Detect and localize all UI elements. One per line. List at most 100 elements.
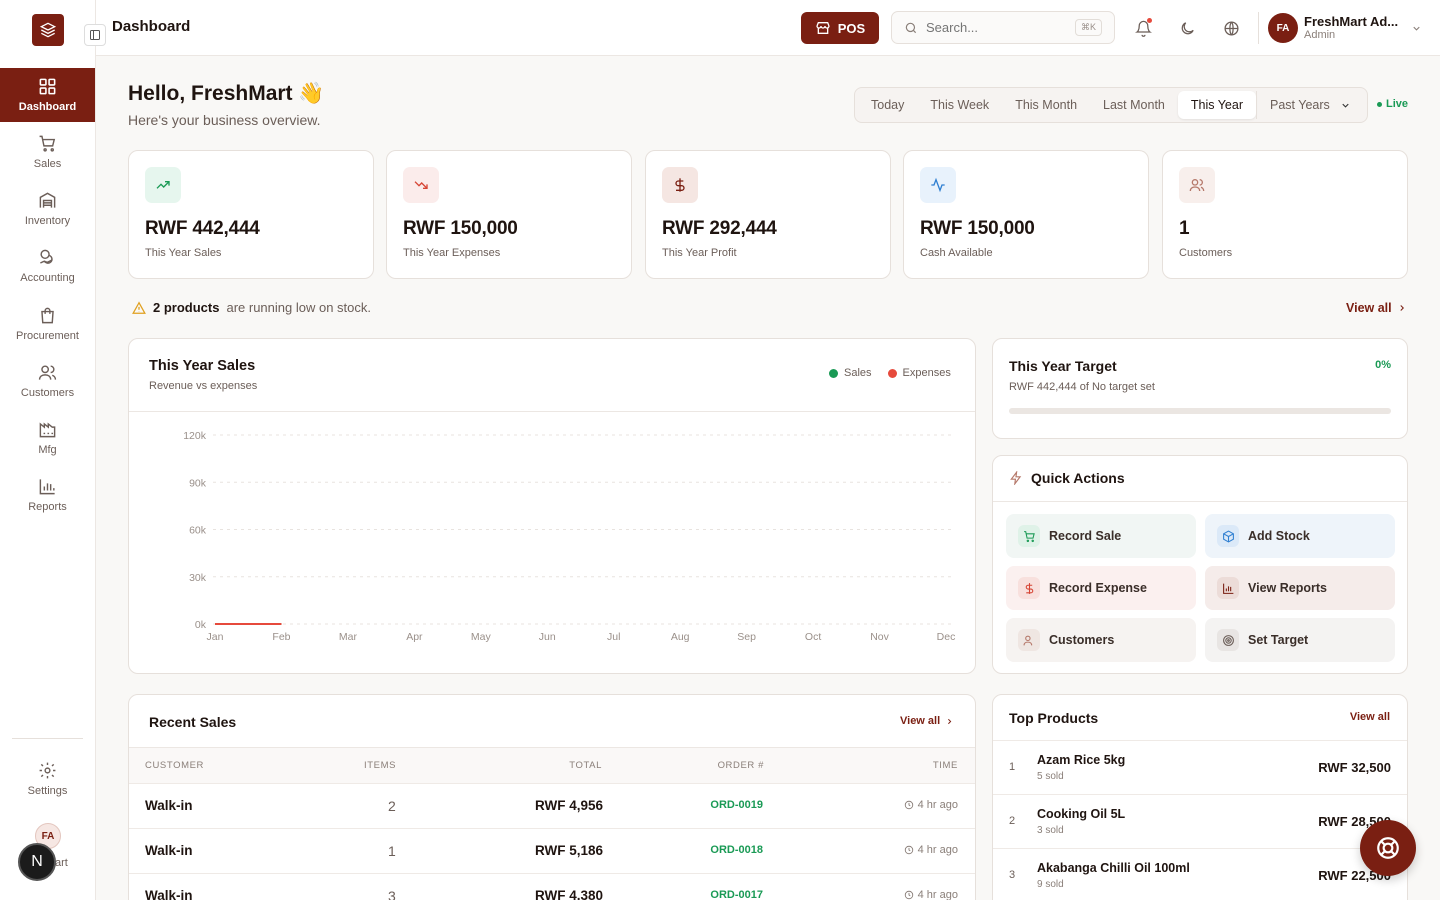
kpi-card-profit[interactable]: RWF 292,444 This Year Profit [645, 150, 891, 279]
clock-icon [904, 800, 913, 810]
users-icon [38, 365, 57, 380]
x-tick-label: Nov [870, 631, 889, 643]
add-stock-button[interactable]: Add Stock [1205, 514, 1395, 558]
trending-up-icon [156, 181, 170, 189]
sales-line-chart: 120k 90k 60k 30k 0kJan Feb Mar Apr May Jun Jul Aug S… [183, 430, 956, 643]
table-header-row [129, 747, 975, 783]
record-expense-button[interactable]: Record Expense [1006, 566, 1196, 610]
cell-order[interactable]: ORD-0017 [710, 889, 763, 900]
cell-order[interactable]: ORD-0019 [710, 799, 763, 811]
period-this-month[interactable]: This Month [1002, 91, 1090, 119]
quick-actions-title: Quick Actions [1031, 470, 1125, 486]
recent-sales-view-all-link[interactable]: View all [900, 715, 954, 727]
pos-button[interactable]: POS [801, 12, 879, 44]
sidebar-item-settings[interactable]: Settings [0, 752, 95, 806]
kpi-card-customers[interactable]: 1 Customers [1162, 150, 1408, 279]
dev-tools-badge[interactable]: N [18, 843, 56, 881]
notification-dot [1147, 18, 1152, 23]
table-row[interactable]: Walk-in 3 RWF 4,380 ORD-0017 4 hr ago [129, 873, 975, 900]
cell-items: 2 [388, 798, 396, 814]
kpi-label: This Year Sales [145, 247, 222, 259]
sidebar-item-inventory[interactable]: Inventory [0, 182, 95, 236]
sidebar-item-accounting[interactable]: Accounting [0, 239, 95, 293]
globe-icon [1223, 20, 1239, 36]
help-button[interactable] [1360, 820, 1416, 876]
period-this-week[interactable]: This Week [917, 91, 1002, 119]
x-tick-label: Dec [937, 631, 956, 643]
dollar-icon [675, 178, 685, 192]
customers-button[interactable]: Customers [1006, 618, 1196, 662]
sidebar-item-label: Procurement [16, 330, 79, 342]
list-item[interactable]: 1 Azam Rice 5kg 5 sold RWF 32,500 [993, 740, 1407, 794]
sidebar: Dashboard Sales Inventory Accounting Pro… [0, 0, 96, 900]
live-dot [1377, 101, 1382, 107]
kpi-card-sales[interactable]: RWF 442,444 This Year Sales [128, 150, 374, 279]
low-stock-view-all-link[interactable]: View all [1346, 301, 1407, 315]
kpi-card-cash[interactable]: RWF 150,000 Cash Available [903, 150, 1149, 279]
kpi-card-expenses[interactable]: RWF 150,000 This Year Expenses [386, 150, 632, 279]
table-row[interactable]: Walk-in 1 RWF 5,186 ORD-0018 4 hr ago [129, 828, 975, 873]
kpi-icon-box [403, 167, 439, 203]
low-stock-alert: 2 products are running low on stock. [132, 300, 371, 315]
sidebar-item-mfg[interactable]: Mfg [0, 411, 95, 465]
kpi-value: RWF 292,444 [662, 218, 777, 239]
record-sale-button[interactable]: Record Sale [1006, 514, 1196, 558]
topbar-divider [1258, 12, 1259, 44]
period-this-year[interactable]: This Year [1177, 91, 1256, 119]
quick-actions-card: Quick Actions Record Sale Add Stock Reco… [992, 455, 1408, 674]
sidebar-item-dashboard[interactable]: Dashboard [0, 68, 95, 122]
product-sold: 9 sold [1037, 879, 1064, 890]
y-tick-label: 0k [195, 619, 207, 631]
target-title: This Year Target [1009, 358, 1117, 374]
product-sold: 5 sold [1037, 771, 1064, 782]
set-target-button[interactable]: Set Target [1205, 618, 1395, 662]
sidebar-item-procurement[interactable]: Procurement [0, 297, 95, 351]
user-name[interactable]: FreshMart Ad... [1304, 14, 1398, 29]
cell-customer: Walk-in [145, 798, 193, 813]
sidebar-item-label: Sales [33, 158, 62, 170]
user-menu-chevron[interactable] [1411, 21, 1422, 39]
view-reports-button[interactable]: View Reports [1205, 566, 1395, 610]
bar-chart-icon [39, 479, 55, 495]
dollar-icon [1025, 582, 1033, 594]
past-years-select[interactable]: Past Years [1256, 91, 1359, 119]
clock-icon [904, 845, 913, 855]
time-label: 4 hr ago [917, 844, 958, 856]
sidebar-item-label: Settings [27, 785, 68, 797]
kpi-label: Customers [1179, 247, 1233, 259]
top-products-view-all-link[interactable]: View all [1350, 711, 1390, 723]
period-last-month[interactable]: Last Month [1090, 91, 1178, 119]
language-button[interactable] [1221, 18, 1241, 38]
kpi-icon-box [145, 167, 181, 203]
kpi-label: This Year Expenses [403, 247, 501, 259]
app-logo[interactable] [32, 14, 64, 46]
live-label: Live [1386, 98, 1409, 110]
x-tick-label: Apr [406, 631, 423, 643]
warehouse-icon [39, 192, 56, 208]
search-icon [905, 22, 917, 33]
cell-order[interactable]: ORD-0018 [710, 844, 763, 856]
y-tick-label: 120k [183, 430, 207, 442]
cell-customer: Walk-in [145, 888, 193, 900]
search-input[interactable] [926, 20, 1066, 35]
list-item[interactable]: 2 Cooking Oil 5L 3 sold RWF 28,500 [993, 794, 1407, 848]
table-row[interactable]: Walk-in 2 RWF 4,956 ORD-0019 4 hr ago [129, 783, 975, 828]
sidebar-toggle-button[interactable] [84, 24, 106, 46]
qa-label: Record Sale [1049, 529, 1122, 543]
column-header-items: ITEMS [364, 760, 397, 771]
sidebar-item-customers[interactable]: Customers [0, 354, 95, 408]
qa-icon-box [1217, 629, 1239, 651]
user-avatar[interactable]: FA [1268, 13, 1298, 43]
product-name: Azam Rice 5kg [1037, 753, 1126, 767]
search-box[interactable]: ⌘K [891, 11, 1115, 44]
kpi-icon-box [920, 167, 956, 203]
list-item[interactable]: 3 Akabanga Chilli Oil 100ml 9 sold RWF 2… [993, 848, 1407, 900]
sidebar-item-sales[interactable]: Sales [0, 125, 95, 179]
theme-toggle-button[interactable] [1177, 18, 1197, 38]
y-tick-label: 90k [189, 477, 207, 489]
period-today[interactable]: Today [858, 91, 917, 119]
target-subtitle: RWF 442,444 of No target set [1009, 381, 1155, 393]
notifications-button[interactable] [1133, 18, 1153, 38]
sidebar-item-reports[interactable]: Reports [0, 468, 95, 522]
recent-sales-title: Recent Sales [149, 714, 237, 730]
